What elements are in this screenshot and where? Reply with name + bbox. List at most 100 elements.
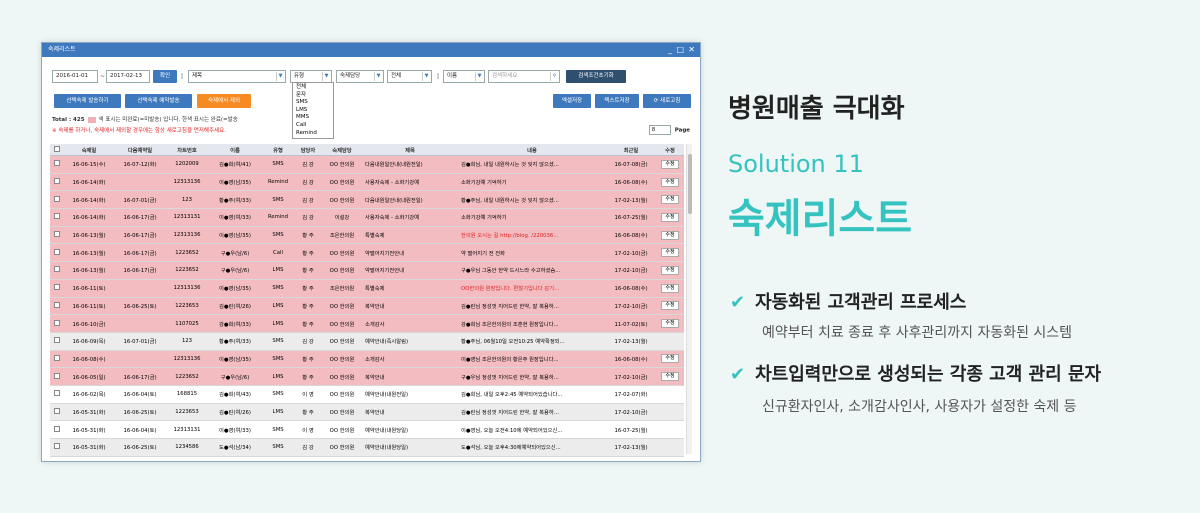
edit-button[interactable]: 수정 — [656, 301, 684, 311]
next-reservation: 16-06-17(금) — [123, 374, 157, 381]
scroll-thumb[interactable] — [688, 154, 692, 214]
row-checkbox[interactable] — [50, 354, 64, 363]
remove-from-homework-button[interactable]: 숙제에서 제외 — [197, 94, 251, 108]
info-line: Total : 425 색 표시는 미완료(=미발송) 입니다. 한색 표시는 완… — [52, 115, 238, 123]
row-checkbox[interactable] — [50, 407, 64, 416]
row-checkbox[interactable] — [50, 372, 64, 381]
row-checkbox[interactable] — [50, 284, 64, 292]
type-option[interactable]: 문자 — [296, 92, 330, 100]
col-header[interactable]: 최근일 — [606, 146, 656, 154]
product-name: 숙제리스트 — [728, 196, 912, 242]
table-row[interactable]: 16-06-11(토) 12313136 이●영(남/35) SMS 황 주 조은한의원 특… — [50, 279, 684, 298]
text-save-button[interactable]: 텍스트저장 — [595, 94, 639, 108]
manager-select[interactable]: 숙제담당 ▼ — [336, 70, 384, 83]
chart-number: 12313131 — [173, 426, 201, 433]
homework-content: 김●희님, 내일 오후2:45 예약되어있습니다... — [461, 392, 563, 399]
row-checkbox[interactable] — [50, 195, 64, 204]
table-row[interactable]: 16-06-05(일) 16-06-17(금) 1223652 구●우(남/6) LMS… — [50, 368, 684, 386]
edit-button[interactable]: 수정 — [656, 354, 684, 364]
col-header[interactable]: 제목 — [362, 146, 458, 154]
row-checkbox[interactable] — [50, 337, 64, 345]
search-icon[interactable]: ⚲ — [550, 72, 558, 81]
table-row[interactable]: 16-06-13(월) 16-06-17(금) 1223652 구●우(남/6) LMS… — [50, 262, 684, 280]
select-all-checkbox[interactable] — [50, 145, 64, 154]
homework-title: 다음내원일안내(내원전일) — [365, 197, 423, 204]
table-row[interactable]: 16-05-31(화) 16-06-04(토) 12313131 이●영(여/33) S… — [50, 421, 684, 439]
col-header[interactable]: 숙제일 — [64, 146, 114, 154]
search-input[interactable]: 검색하세요 ⚲ — [488, 70, 560, 83]
row-checkbox[interactable] — [50, 248, 64, 257]
homework-list-window: 숙제리스트 _ □ ✕ 2016-01-01 ~ 2017-02-13 확인 |… — [41, 42, 701, 462]
date-to-input[interactable]: 2017-02-13 — [106, 70, 150, 83]
edit-button[interactable]: 수정 — [656, 248, 684, 258]
table-row[interactable]: 16-06-13(월) 16-06-17(금) 1223652 구●우(남/6) Cal… — [50, 244, 684, 263]
table-row[interactable]: 16-06-11(토) 16-06-25(토) 1223653 김●린(여/26) LM… — [50, 297, 684, 316]
send-selected-button[interactable]: 선택숙제 발송하기 — [54, 94, 121, 108]
chevron-down-icon: ▼ — [276, 72, 284, 81]
type-option[interactable]: LMS — [296, 107, 330, 115]
row-checkbox[interactable] — [50, 266, 64, 274]
col-header[interactable]: 수정 — [656, 146, 684, 154]
table-row[interactable]: 16-06-09(목) 16-07-01(금) 123 황●주(여/33) SMS 김 강… — [50, 332, 684, 351]
table-row[interactable]: 16-05-31(화) 16-06-25(토) 1223653 김●린(여/26) LM… — [50, 403, 684, 422]
row-checkbox[interactable] — [50, 390, 64, 398]
table-row[interactable]: 16-06-14(화) 12313136 이●영(남/35) Remind 김 강 OO … — [50, 173, 684, 192]
reserve-selected-button[interactable]: 선택숙제 예약발송 — [125, 94, 192, 108]
type-option[interactable]: Remind — [296, 130, 330, 138]
row-checkbox[interactable] — [50, 160, 64, 168]
table-row[interactable]: 16-05-31(화) 16-06-25(토) 1234586 도●석(남/34) SM… — [50, 439, 684, 457]
table-row[interactable]: 16-06-08(수) 12313136 이●영(남/35) SMS 황 주 OO 한의원… — [50, 350, 684, 369]
edit-button[interactable]: 수정 — [656, 265, 684, 275]
date-from-input[interactable]: 2016-01-01 — [52, 70, 98, 83]
table-row[interactable]: 16-06-14(화) 16-07-01(금) 123 황●주(여/33) SMS 김 강… — [50, 191, 684, 210]
col-header[interactable]: 다음예약일 — [114, 146, 166, 154]
table-row[interactable]: 16-06-10(금) 1107025 강●희(여/33) LMS 황 주 OO 한의원 소… — [50, 315, 684, 333]
row-checkbox[interactable] — [50, 443, 64, 451]
reset-filters-button[interactable]: 검색조건초기화 — [566, 70, 626, 83]
col-header[interactable]: 유형 — [262, 146, 294, 154]
minimize-icon[interactable]: _ — [668, 43, 672, 56]
row-checkbox[interactable] — [50, 319, 64, 328]
table-row[interactable]: 16-06-13(월) 16-06-17(금) 12313136 이●영(남/35) S… — [50, 226, 684, 245]
row-checkbox[interactable] — [50, 301, 64, 310]
status-select[interactable]: 전체 ▼ — [387, 70, 432, 83]
vertical-scrollbar[interactable] — [686, 144, 692, 454]
col-header[interactable]: 내용 — [458, 146, 606, 154]
excel-save-button[interactable]: 엑셀저장 — [553, 94, 591, 108]
col-header[interactable]: 담당자 — [294, 146, 322, 154]
edit-button[interactable]: 수정 — [656, 159, 684, 169]
edit-button[interactable]: 수정 — [656, 195, 684, 205]
page-size-select[interactable]: 8 — [648, 125, 671, 135]
table-row[interactable]: 16-06-15(수) 16-07-12(화) 1202009 김●희(여/41) SM… — [50, 156, 684, 174]
edit-button[interactable]: 수정 — [656, 212, 684, 222]
edit-button[interactable]: 수정 — [656, 372, 684, 382]
maximize-icon[interactable]: □ — [676, 43, 684, 56]
row-checkbox[interactable] — [50, 425, 64, 434]
table-header: 숙제일 다음예약일 차트번호 이름 유형 담당자 숙제담당 제목 내용 최근일 … — [50, 144, 684, 156]
name-field-select[interactable]: 이름 ▼ — [443, 70, 485, 83]
category-select[interactable]: 제목 ▼ — [188, 70, 286, 83]
edit-button[interactable]: 수정 — [656, 230, 684, 240]
type-option[interactable]: Call — [296, 122, 330, 130]
edit-button[interactable]: 수정 — [656, 283, 684, 293]
row-checkbox[interactable] — [50, 231, 64, 239]
table-row[interactable]: 16-06-02(목) 16-06-04(토) 168815 김●희(여/43) SMS… — [50, 385, 684, 404]
type-option[interactable]: SMS — [296, 99, 330, 107]
edit-button[interactable]: 수정 — [656, 319, 684, 329]
refresh-button[interactable]: ⟳ 새로고침 — [643, 94, 691, 108]
col-header[interactable]: 차트번호 — [166, 146, 208, 154]
type-option[interactable]: MMS — [296, 114, 330, 122]
table-row[interactable]: 16-06-14(화) 16-06-17(금) 12313131 이●영(여/33) R… — [50, 209, 684, 227]
edit-button[interactable]: 수정 — [656, 177, 684, 187]
chart-number: 1202009 — [175, 161, 199, 168]
homework-date: 16-06-08(수) — [72, 356, 106, 363]
row-checkbox[interactable] — [50, 213, 64, 221]
col-header[interactable]: 이름 — [208, 146, 262, 154]
close-icon[interactable]: ✕ — [688, 43, 695, 56]
staff: 황 주 — [302, 250, 314, 257]
homework-manager: 조은한의원 — [329, 233, 355, 240]
row-checkbox[interactable] — [50, 178, 64, 186]
type-option[interactable]: 전체 — [296, 84, 330, 92]
col-header[interactable]: 숙제담당 — [322, 146, 362, 154]
confirm-button[interactable]: 확인 — [153, 70, 177, 83]
